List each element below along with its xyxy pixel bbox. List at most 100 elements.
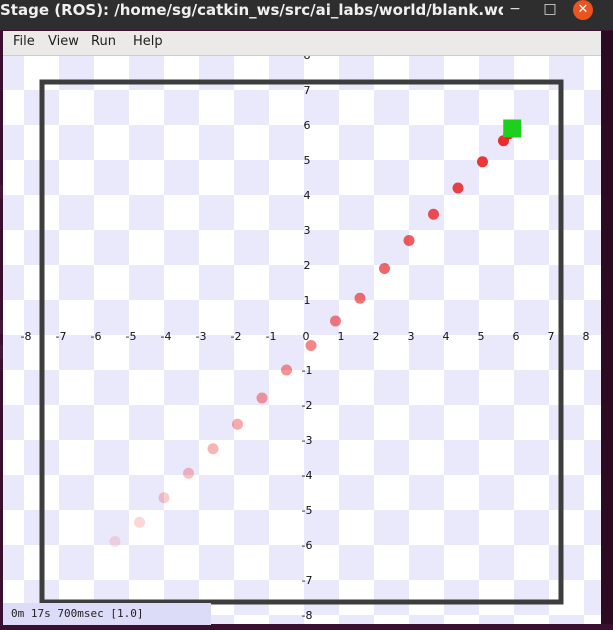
floor-tile <box>129 475 164 510</box>
trail-point <box>330 315 341 327</box>
floor-tile <box>199 475 234 510</box>
floor-tile <box>269 265 304 300</box>
floor-tile <box>59 56 94 90</box>
x-tick-label: 4 <box>443 330 450 343</box>
trail-point <box>379 263 390 274</box>
robot-marker[interactable] <box>503 119 522 138</box>
floor-tile <box>479 265 514 300</box>
floor-tile <box>549 56 584 90</box>
trail-point <box>232 418 243 430</box>
background-strip <box>601 31 613 630</box>
menu-help[interactable]: Help <box>131 31 165 55</box>
floor-tile <box>164 440 199 475</box>
floor-tile <box>3 545 24 580</box>
y-tick-label: -4 <box>302 469 313 482</box>
floor-tile <box>129 265 164 300</box>
floor-tile <box>59 195 94 230</box>
floor-tile <box>339 125 374 160</box>
menu-view[interactable]: View <box>46 31 81 55</box>
floor-tile <box>94 440 129 475</box>
floor-tile <box>3 405 24 440</box>
floor-tile <box>129 405 164 440</box>
window-titlebar[interactable]: Stage (ROS): /home/sg/catkin_ws/src/ai_l… <box>0 0 613 30</box>
floor-tile <box>409 125 444 160</box>
floor-tile <box>59 125 94 160</box>
floor-tile <box>94 160 129 195</box>
status-bar: 0m 17s 700msec [1.0] <box>3 603 211 625</box>
floor-tile <box>129 195 164 230</box>
floor-tile <box>374 510 409 545</box>
x-tick-label: 5 <box>478 330 485 343</box>
floor-tile <box>199 125 234 160</box>
floor-tile <box>444 510 479 545</box>
floor-tile <box>269 56 304 90</box>
floor-tile <box>339 545 374 580</box>
trail-point <box>183 467 194 479</box>
menu-run[interactable]: Run <box>89 31 118 55</box>
floor-tile <box>409 545 444 580</box>
floor-tile <box>409 475 444 510</box>
trail-point <box>256 392 268 404</box>
floor-tile <box>3 56 24 90</box>
floor-tile <box>549 545 584 580</box>
x-tick-label: 6 <box>513 330 520 343</box>
close-icon[interactable]: ✕ <box>573 0 593 20</box>
trail-point <box>158 492 170 504</box>
maximize-icon[interactable]: □ <box>540 0 560 20</box>
floor-tile <box>94 90 129 125</box>
trail-point <box>428 208 439 220</box>
stage-canvas[interactable]: -8-7-6-5-4-3-2-101234567887654321-1-2-3-… <box>3 56 601 624</box>
floor-tile <box>584 90 601 125</box>
floor-tile <box>514 230 549 265</box>
floor-tile <box>59 265 94 300</box>
y-tick-label: -1 <box>302 364 313 377</box>
floor-tile <box>164 160 199 195</box>
floor-tile <box>374 90 409 125</box>
y-tick-label: -3 <box>302 434 313 447</box>
floor-tile <box>479 405 514 440</box>
floor-tile <box>514 160 549 195</box>
floor-tile <box>514 370 549 405</box>
menu-file[interactable]: File <box>11 31 37 55</box>
floor-tile <box>409 405 444 440</box>
floor-tile <box>164 230 199 265</box>
y-tick-label: -5 <box>302 504 313 517</box>
floor-tile <box>129 545 164 580</box>
minimize-icon[interactable]: − <box>505 0 525 20</box>
trail-point <box>354 292 366 304</box>
floor-tile <box>234 160 269 195</box>
floor-tile <box>3 265 24 300</box>
trail-point <box>403 235 415 246</box>
floor-tile <box>94 370 129 405</box>
floor-tile <box>514 440 549 475</box>
trail-point <box>477 156 488 168</box>
floor-tile <box>269 405 304 440</box>
y-tick-label: 6 <box>304 119 311 132</box>
y-tick-label: 7 <box>304 84 311 97</box>
x-tick-label: -7 <box>56 330 67 343</box>
floor-tile <box>549 195 584 230</box>
y-tick-label: 3 <box>304 224 311 237</box>
floor-tile <box>199 56 234 90</box>
floor-tile <box>269 545 304 580</box>
floor-tile <box>444 90 479 125</box>
y-tick-label: 4 <box>304 189 311 202</box>
y-tick-label: -7 <box>302 574 313 587</box>
x-tick-label: 7 <box>548 330 555 343</box>
floor-tile <box>199 405 234 440</box>
trail-point <box>134 516 145 528</box>
floor-tile <box>374 230 409 265</box>
y-tick-label: 2 <box>304 259 311 272</box>
y-tick-label: 5 <box>304 154 311 167</box>
world-view[interactable]: -8-7-6-5-4-3-2-101234567887654321-1-2-3-… <box>3 56 601 624</box>
floor-tile <box>584 580 601 615</box>
floor-tile <box>3 475 24 510</box>
floor-tile <box>409 265 444 300</box>
trail-point <box>281 364 292 376</box>
floor-tile <box>584 230 601 265</box>
x-tick-label: 1 <box>338 330 345 343</box>
x-tick-label: 2 <box>373 330 380 343</box>
x-tick-label: -1 <box>266 330 277 343</box>
floor-tile <box>199 265 234 300</box>
window-title: Stage (ROS): /home/sg/catkin_ws/src/ai_l… <box>0 1 503 19</box>
